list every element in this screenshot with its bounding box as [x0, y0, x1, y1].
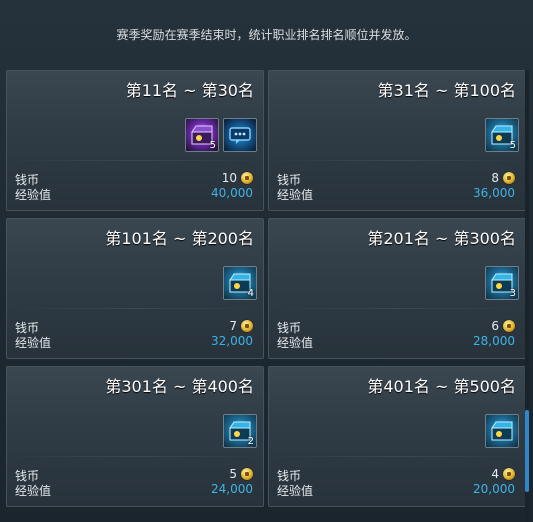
rank-range-title: 第401名 ~ 第500名: [367, 377, 516, 396]
exp-label: 经验值: [15, 484, 52, 498]
coin-reward-row: 钱币 4: [277, 467, 515, 483]
scrollbar-thumb[interactable]: [525, 410, 529, 492]
card-divider: [269, 160, 525, 161]
blue-treasure-chest-icon[interactable]: 4: [223, 266, 257, 300]
blue-treasure-chest-icon[interactable]: [485, 414, 519, 448]
item-quantity: 4: [247, 288, 254, 299]
coin-reward-row: 钱币 7: [15, 319, 253, 335]
exp-value: 40,000: [211, 186, 253, 200]
rank-range-title: 第301名 ~ 第400名: [105, 377, 254, 396]
card-divider: [7, 308, 263, 309]
item-quantity: 5: [209, 140, 216, 151]
reward-card-rank-31-100: 第31名 ~ 第100名 5 钱币 8 经验值 36,000: [268, 70, 526, 211]
gold-coin-icon: [241, 172, 253, 184]
exp-reward-row: 经验值 40,000: [15, 186, 253, 202]
exp-reward-row: 经验值 32,000: [15, 334, 253, 350]
reward-card-rank-101-200: 第101名 ~ 第200名 4 钱币 7 经验值 32,000: [6, 218, 264, 359]
reward-item-list: 2: [223, 414, 257, 450]
card-divider: [7, 456, 263, 457]
rank-range-title: 第31名 ~ 第100名: [377, 81, 516, 100]
blue-treasure-chest-icon[interactable]: 5: [485, 118, 519, 152]
coin-reward-row: 钱币 8: [277, 171, 515, 187]
exp-value: 24,000: [211, 482, 253, 496]
gold-coin-icon: [241, 468, 253, 480]
card-divider: [269, 308, 525, 309]
exp-label: 经验值: [15, 188, 52, 202]
exp-reward-row: 经验值 36,000: [277, 186, 515, 202]
gold-coin-icon: [503, 172, 515, 184]
exp-label: 经验值: [277, 484, 314, 498]
exp-reward-row: 经验值 28,000: [277, 334, 515, 350]
reward-grid: 第11名 ~ 第30名 5 钱币 10 经验值 40,000 第31名 ~ 第1…: [6, 70, 526, 522]
reward-item-list: 5: [485, 118, 519, 154]
reward-card-rank-301-400: 第301名 ~ 第400名 2 钱币 5 经验值 24,000: [6, 366, 264, 507]
exp-reward-row: 经验值 24,000: [15, 482, 253, 498]
item-quantity: 5: [509, 140, 516, 151]
exp-label: 经验值: [277, 188, 314, 202]
coin-reward-row: 钱币 10: [15, 171, 253, 187]
reward-card-rank-401-500: 第401名 ~ 第500名 钱币 4 经验值 20,000: [268, 366, 526, 507]
coin-reward-row: 钱币 6: [277, 319, 515, 335]
season-reward-notice: 赛季奖励在赛季结束时，统计职业排名排名顺位并发放。: [116, 28, 417, 42]
exp-label: 经验值: [277, 336, 314, 350]
season-reward-panel: 赛季奖励在赛季结束时，统计职业排名排名顺位并发放。 第11名 ~ 第30名 5 …: [0, 0, 533, 522]
reward-card-rank-11-30: 第11名 ~ 第30名 5 钱币 10 经验值 40,000: [6, 70, 264, 211]
coin-reward-row: 钱币 5: [15, 467, 253, 483]
exp-value: 36,000: [473, 186, 515, 200]
exp-value: 20,000: [473, 482, 515, 496]
exp-value: 28,000: [473, 334, 515, 348]
blue-treasure-chest-icon[interactable]: 2: [223, 414, 257, 448]
exp-reward-row: 经验值 20,000: [277, 482, 515, 498]
gold-coin-icon: [503, 468, 515, 480]
reward-item-list: 5: [185, 118, 257, 154]
gold-coin-icon: [241, 320, 253, 332]
vertical-scrollbar[interactable]: [525, 70, 529, 522]
reward-item-list: [485, 414, 519, 450]
item-quantity: 3: [509, 288, 516, 299]
reward-item-list: 3: [485, 266, 519, 302]
gold-coin-icon: [503, 320, 515, 332]
reward-card-rank-201-300: 第201名 ~ 第300名 3 钱币 6 经验值 28,000: [268, 218, 526, 359]
item-quantity: 2: [247, 436, 254, 447]
rank-range-title: 第201名 ~ 第300名: [367, 229, 516, 248]
reward-item-list: 4: [223, 266, 257, 302]
exp-value: 32,000: [211, 334, 253, 348]
card-divider: [7, 160, 263, 161]
blue-treasure-chest-icon[interactable]: 3: [485, 266, 519, 300]
exp-label: 经验值: [15, 336, 52, 350]
rank-range-title: 第11名 ~ 第30名: [125, 81, 254, 100]
blue-message-box-icon[interactable]: [223, 118, 257, 152]
rank-range-title: 第101名 ~ 第200名: [105, 229, 254, 248]
card-divider: [269, 456, 525, 457]
purple-treasure-chest-icon[interactable]: 5: [185, 118, 219, 152]
